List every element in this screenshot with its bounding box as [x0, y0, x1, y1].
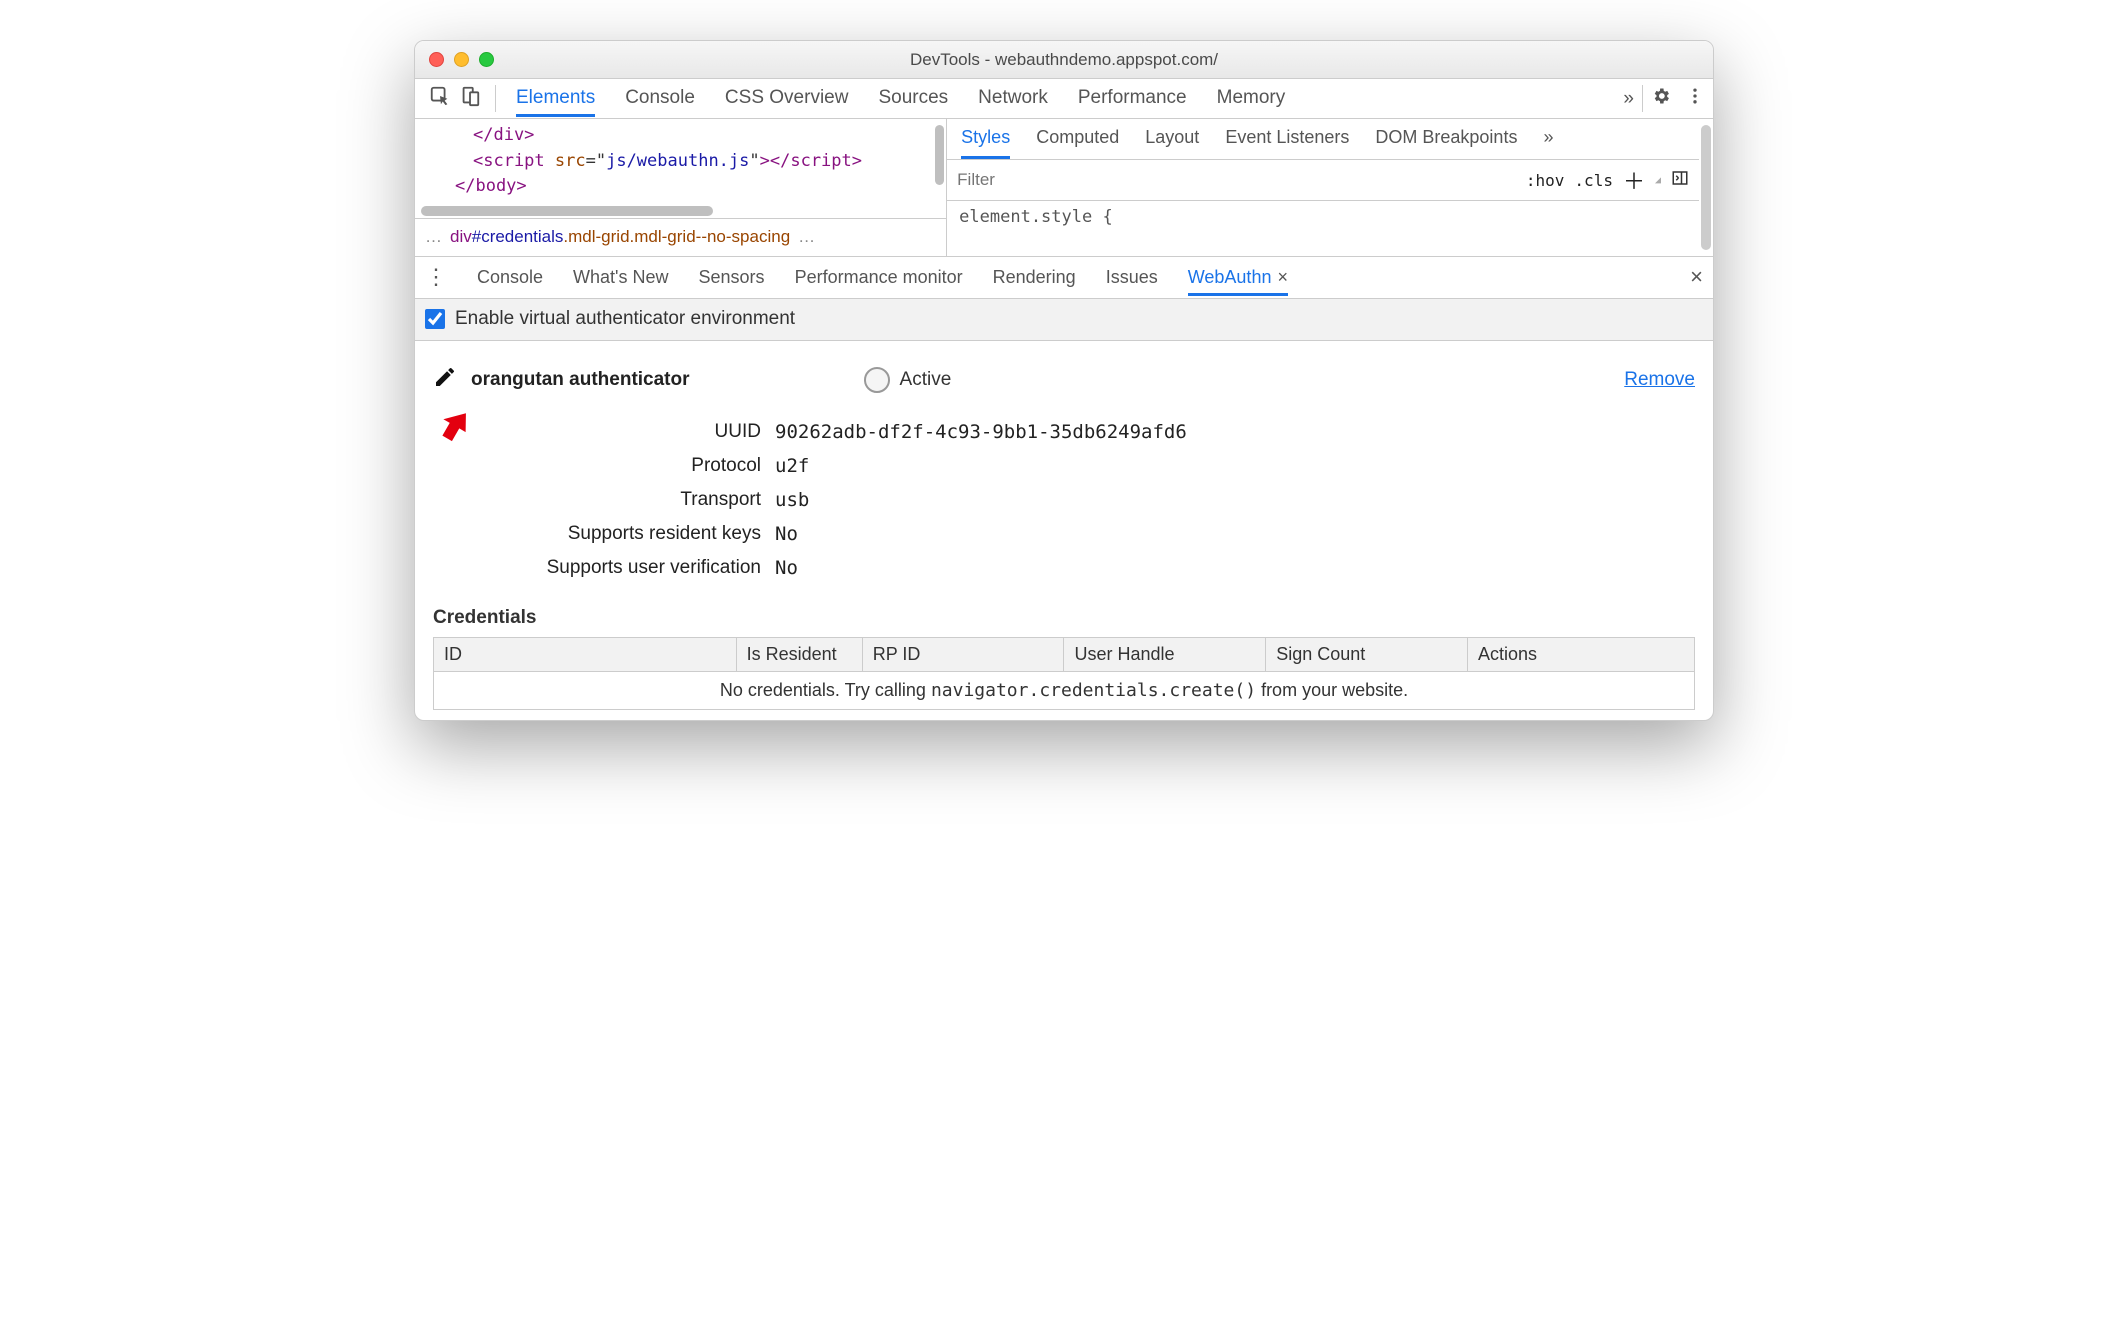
- auth-field-label: Protocol: [445, 455, 775, 477]
- drawer-tab-console[interactable]: Console: [477, 259, 543, 296]
- credentials-column-header[interactable]: RP ID: [862, 637, 1064, 671]
- settings-gear-icon[interactable]: [1651, 86, 1671, 112]
- auth-field-label: Transport: [445, 489, 775, 511]
- kebab-menu-icon[interactable]: [1685, 86, 1705, 112]
- auth-field-value: No: [775, 523, 1695, 545]
- webauthn-toolbar: Enable virtual authenticator environment: [415, 299, 1713, 341]
- credentials-column-header[interactable]: Sign Count: [1266, 637, 1468, 671]
- auth-field-value: u2f: [775, 455, 1695, 477]
- remove-authenticator-link[interactable]: Remove: [1624, 369, 1695, 391]
- main-tab-sources[interactable]: Sources: [878, 81, 948, 117]
- credentials-column-header[interactable]: User Handle: [1064, 637, 1266, 671]
- styles-tab-dom-breakpoints[interactable]: DOM Breakpoints: [1375, 127, 1517, 159]
- enable-virtual-auth-checkbox[interactable]: [425, 309, 445, 329]
- styles-tab-computed[interactable]: Computed: [1036, 127, 1119, 159]
- window-title: DevTools - webauthndemo.appspot.com/: [415, 50, 1713, 70]
- auth-field-value: usb: [775, 489, 1695, 511]
- dom-source-pane: </div><script src="js/webauthn.js"></scr…: [415, 119, 947, 256]
- main-tab-performance[interactable]: Performance: [1078, 81, 1187, 117]
- auth-field-value: 90262adb-df2f-4c93-9bb1-35db6249afd6: [775, 421, 1695, 443]
- source-line[interactable]: </div>: [437, 123, 936, 149]
- drawer: ⋮ Console What's New Sensors Performance mo…: [415, 257, 1713, 720]
- styles-more-chevron-icon[interactable]: »: [1543, 127, 1553, 159]
- main-tabstrip: Elements Console CSS Overview Sources Networ…: [415, 79, 1713, 119]
- main-tab-elements[interactable]: Elements: [516, 81, 595, 117]
- active-label: Active: [900, 369, 952, 391]
- device-toolbar-icon[interactable]: [459, 85, 481, 113]
- dom-source-code[interactable]: </div><script src="js/webauthn.js"></scr…: [415, 119, 946, 204]
- webauthn-body: orangutan authenticator Active Remove UU…: [415, 341, 1713, 720]
- macos-titlebar: DevTools - webauthndemo.appspot.com/: [415, 41, 1713, 79]
- credentials-heading: Credentials: [433, 607, 1695, 629]
- source-line[interactable]: <script src="js/webauthn.js"></script>: [437, 149, 936, 175]
- styles-tab-event-listeners[interactable]: Event Listeners: [1225, 127, 1349, 159]
- cls-toggle[interactable]: .cls: [1574, 171, 1613, 190]
- credentials-column-header[interactable]: Is Resident: [736, 637, 862, 671]
- styles-filter-input[interactable]: [957, 166, 1516, 194]
- enable-virtual-auth-label: Enable virtual authenticator environment: [455, 308, 795, 330]
- main-tab-css-overview[interactable]: CSS Overview: [725, 81, 849, 117]
- breadcrumb-prefix: …: [425, 227, 442, 247]
- horizontal-scrollbar[interactable]: [421, 206, 713, 216]
- drawer-tab-close-icon[interactable]: ×: [1277, 267, 1288, 288]
- resize-corner-icon: ◢: [1655, 175, 1661, 186]
- auth-field-label: UUID: [445, 421, 775, 443]
- drawer-tab-what-s-new[interactable]: What's New: [573, 259, 668, 296]
- credentials-column-header[interactable]: ID: [434, 637, 737, 671]
- styles-body[interactable]: element.style {: [947, 201, 1699, 233]
- credentials-table: IDIs ResidentRP IDUser HandleSign CountA…: [433, 637, 1695, 710]
- styles-tab-styles[interactable]: Styles: [961, 127, 1010, 159]
- auth-field-label: Supports user verification: [445, 557, 775, 579]
- drawer-tab-sensors[interactable]: Sensors: [699, 259, 765, 296]
- hov-toggle[interactable]: :hov: [1526, 171, 1565, 190]
- devtools-window: DevTools - webauthndemo.appspot.com/ Ele…: [414, 40, 1714, 721]
- main-tab-console[interactable]: Console: [625, 81, 695, 117]
- annotation-arrow-icon: [435, 403, 479, 453]
- inspect-element-icon[interactable]: [429, 85, 451, 113]
- main-tab-memory[interactable]: Memory: [1217, 81, 1286, 117]
- active-authenticator-radio[interactable]: [864, 367, 890, 393]
- drawer-tab-webauthn[interactable]: WebAuthn ×: [1188, 259, 1288, 296]
- outer-vertical-scrollbar[interactable]: [1701, 125, 1711, 250]
- vertical-scrollbar[interactable]: [935, 125, 944, 185]
- drawer-tab-rendering[interactable]: Rendering: [993, 259, 1076, 296]
- more-tabs-chevron-icon[interactable]: »: [1623, 82, 1634, 116]
- edit-authenticator-name-icon[interactable]: [433, 365, 457, 395]
- elements-split: </div><script src="js/webauthn.js"></scr…: [415, 119, 1713, 257]
- credentials-column-header[interactable]: Actions: [1467, 637, 1694, 671]
- styles-pane: Styles Computed Layout Event Listeners DOM B…: [947, 119, 1699, 256]
- drawer-tab-performance-monitor[interactable]: Performance monitor: [795, 259, 963, 296]
- authenticator-name: orangutan authenticator: [471, 369, 690, 391]
- auth-field-value: No: [775, 557, 1695, 579]
- new-style-rule-icon[interactable]: ＋: [1623, 164, 1645, 196]
- source-line[interactable]: </body>: [437, 174, 936, 200]
- drawer-menu-icon[interactable]: ⋮: [425, 264, 453, 290]
- credentials-empty-row: No credentials. Try calling navigator.cr…: [434, 671, 1695, 709]
- breadcrumb-suffix: …: [798, 227, 815, 247]
- drawer-close-icon[interactable]: ×: [1690, 264, 1703, 290]
- auth-field-label: Supports resident keys: [445, 523, 775, 545]
- drawer-tab-issues[interactable]: Issues: [1106, 259, 1158, 296]
- styles-tab-layout[interactable]: Layout: [1145, 127, 1199, 159]
- dom-breadcrumb[interactable]: … div#credentials.mdl-grid.mdl-grid--no-…: [415, 218, 946, 256]
- styles-sidebar-toggle-icon[interactable]: [1671, 169, 1689, 191]
- main-tab-network[interactable]: Network: [978, 81, 1048, 117]
